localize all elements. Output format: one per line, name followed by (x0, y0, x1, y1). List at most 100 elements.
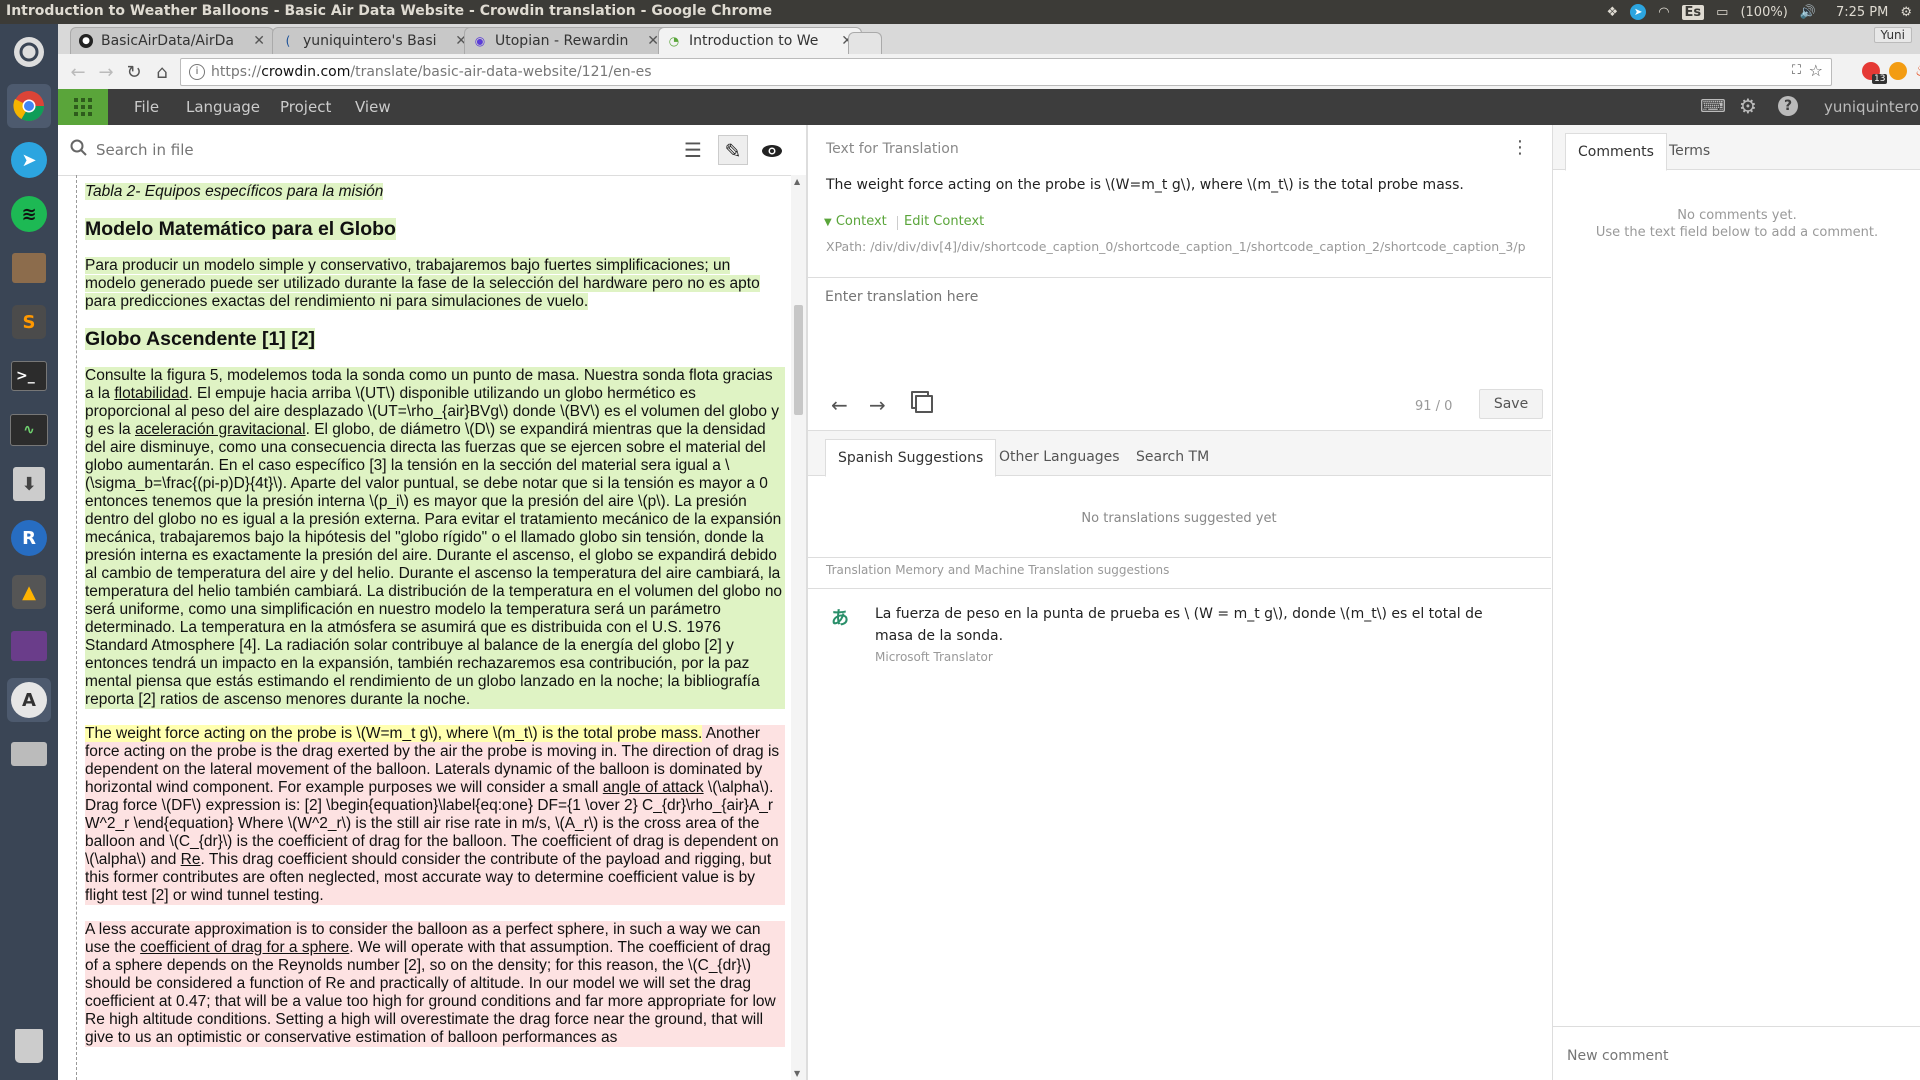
system-monitor-launcher-icon[interactable]: ∿ (7, 408, 51, 452)
battery-icon[interactable]: ▭ (1716, 5, 1728, 20)
source-paragraph[interactable]: Consulte la figura 5, modelemos toda la … (85, 367, 785, 709)
tab-other-languages[interactable]: Other Languages (999, 439, 1120, 475)
selected-source-string[interactable]: The weight force acting on the probe is … (85, 725, 703, 742)
ubuntu-dash-icon[interactable] (7, 30, 51, 74)
translation-editor-pane: Text for Translation ⋮ The weight force … (807, 125, 1551, 1080)
help-icon[interactable]: ? (1778, 96, 1798, 116)
preview-eye-icon[interactable] (756, 135, 788, 165)
trash-launcher-icon[interactable] (7, 1024, 51, 1068)
terminal-launcher-icon[interactable]: >_ (7, 354, 51, 398)
wifi-icon[interactable]: ◠ (1658, 5, 1669, 20)
software-center-launcher-icon[interactable]: A (7, 678, 51, 722)
edit-mode-icon[interactable]: ✎ (718, 135, 748, 165)
drive-launcher-icon[interactable] (7, 732, 51, 776)
menu-language[interactable]: Language (186, 98, 260, 116)
volume-icon[interactable]: 🔊 (1800, 5, 1816, 20)
prev-string-arrow-icon[interactable]: ← (831, 393, 848, 417)
info-icon[interactable]: i (189, 64, 205, 80)
tab-search-tm[interactable]: Search TM (1136, 439, 1209, 475)
xpath-text: XPath: /div/div/div[4]/div/shortcode_cap… (826, 239, 1526, 254)
source-file-pane: ☰ ✎ Tabla 2- Equipos específicos para la… (58, 125, 807, 1080)
apps-grid-icon[interactable] (58, 89, 108, 125)
scroll-up-arrow[interactable]: ▲ (794, 177, 800, 186)
scrollbar-thumb[interactable] (794, 305, 803, 415)
close-icon[interactable]: ✕ (253, 33, 265, 49)
link[interactable]: aceleración gravitacional (135, 421, 306, 438)
copy-source-icon[interactable] (915, 395, 933, 413)
tab-spanish-suggestions[interactable]: Spanish Suggestions (825, 439, 997, 477)
scroll-down-arrow[interactable]: ▼ (794, 1069, 800, 1078)
source-paragraph[interactable]: The weight force acting on the probe is … (85, 725, 785, 905)
browser-tab-active[interactable]: ◔ Introduction to We ✕ (658, 27, 862, 54)
mt-suggestion-text[interactable]: La fuerza de peso en la punta de prueba … (875, 603, 1525, 647)
section-heading[interactable]: Globo Ascendente [1] [2] (85, 328, 316, 350)
mt-provider: Microsoft Translator (875, 650, 993, 664)
source-string[interactable]: Para producir un modelo simple y conserv… (85, 257, 760, 310)
section-heading[interactable]: Modelo Matemático para el Globo (85, 218, 396, 240)
table-caption[interactable]: Tabla 2- Equipos específicos para la mis… (85, 183, 384, 200)
address-bar[interactable]: i https://crowdin.com/translate/basic-ai… (180, 58, 1832, 86)
character-counter: 91 / 0 (1415, 399, 1453, 414)
keyboard-icon[interactable]: ⌨ (1700, 96, 1726, 117)
browser-tab[interactable]: ( yuniquintero's Basi ✕ (272, 27, 476, 54)
browser-tab[interactable]: ◉ Utopian - Rewardin ✕ (464, 27, 668, 54)
installer-launcher-icon[interactable]: ⬇ (7, 462, 51, 506)
next-string-arrow-icon[interactable]: → (869, 393, 886, 417)
files-launcher-icon[interactable] (7, 246, 51, 290)
menu-view[interactable]: View (355, 98, 391, 116)
reload-icon[interactable]: ↻ (122, 60, 146, 84)
search-in-file-input[interactable] (94, 137, 698, 163)
more-options-icon[interactable]: ⋮ (1511, 137, 1529, 158)
new-comment-input[interactable] (1565, 1043, 1909, 1069)
translation-input[interactable] (819, 283, 1539, 363)
context-toggle[interactable]: ▼ Context (824, 214, 887, 229)
source-string[interactable]: . El globo, de diámetro \(D\) se expandi… (85, 421, 782, 708)
forward-icon[interactable]: → (94, 60, 118, 84)
battery-percentage[interactable]: (100%) (1740, 5, 1787, 20)
browser-tab[interactable]: ● BasicAirData/AirDa ✕ (70, 27, 274, 54)
new-tab-button[interactable] (848, 32, 882, 54)
app-launcher: ➤ ≋ S >_ ∿ ⬇ R ▲ A (0, 24, 58, 1080)
extension-icon[interactable] (1889, 62, 1907, 80)
profile-button[interactable]: Yuni (1873, 27, 1912, 43)
tab-terms[interactable]: Terms (1669, 133, 1710, 169)
settings-icon[interactable]: ⚙ (1739, 94, 1757, 118)
dropbox-icon[interactable]: ❖ (1607, 5, 1619, 20)
telegram-tray-icon[interactable]: ➤ (1630, 4, 1647, 20)
bookmark-star-icon[interactable]: ☆ (1809, 61, 1823, 80)
source-paragraph[interactable]: A less accurate approximation is to cons… (85, 921, 785, 1047)
crowdin-header: File Language Project View ⌨ ⚙ ? yuniqui… (58, 89, 1920, 125)
document-scrollbar[interactable]: ▲ ▼ (791, 175, 806, 1080)
menu-file[interactable]: File (134, 98, 159, 116)
tab-comments[interactable]: Comments (1565, 133, 1667, 171)
keyboard-language-indicator[interactable]: Es (1681, 4, 1705, 20)
media-launcher-icon[interactable] (7, 624, 51, 668)
username[interactable]: yuniquintero (1824, 98, 1919, 116)
translate-icon[interactable]: ⛶ (1792, 63, 1801, 78)
browser-toolbar: ← → ↻ ⌂ i https://crowdin.com/translate/… (58, 54, 1920, 90)
settings-gear-icon[interactable]: ⚙ (1900, 5, 1912, 20)
r-launcher-icon[interactable]: R (7, 516, 51, 560)
edit-context-link[interactable]: Edit Context (898, 214, 984, 229)
spotify-launcher-icon[interactable]: ≋ (7, 192, 51, 236)
file-search-bar: ☰ ✎ (58, 125, 806, 176)
link[interactable]: Re (181, 851, 201, 868)
sublime-launcher-icon[interactable]: S (7, 300, 51, 344)
update-launcher-icon[interactable]: ▲ (7, 570, 51, 614)
document-preview: Tabla 2- Equipos específicos para la mis… (76, 175, 787, 1080)
telegram-launcher-icon[interactable]: ➤ (7, 138, 51, 182)
home-icon[interactable]: ⌂ (150, 60, 174, 84)
back-icon[interactable]: ← (66, 60, 90, 84)
extension-icon[interactable]: ♨ (1915, 61, 1920, 80)
link[interactable]: flotabilidad (114, 385, 188, 402)
link[interactable]: coefficient of drag for a sphere (140, 939, 349, 956)
comments-hint: Use the text field below to add a commen… (1595, 225, 1879, 240)
menu-project[interactable]: Project (280, 98, 331, 116)
link[interactable]: angle of attack (603, 779, 704, 796)
clock[interactable]: 7:25 PM (1836, 5, 1888, 20)
chrome-launcher-icon[interactable] (7, 84, 51, 128)
extension-badge: 13 (1872, 74, 1888, 84)
save-button[interactable]: Save (1479, 389, 1543, 419)
list-view-icon[interactable]: ☰ (678, 135, 708, 165)
divider (807, 277, 1551, 278)
